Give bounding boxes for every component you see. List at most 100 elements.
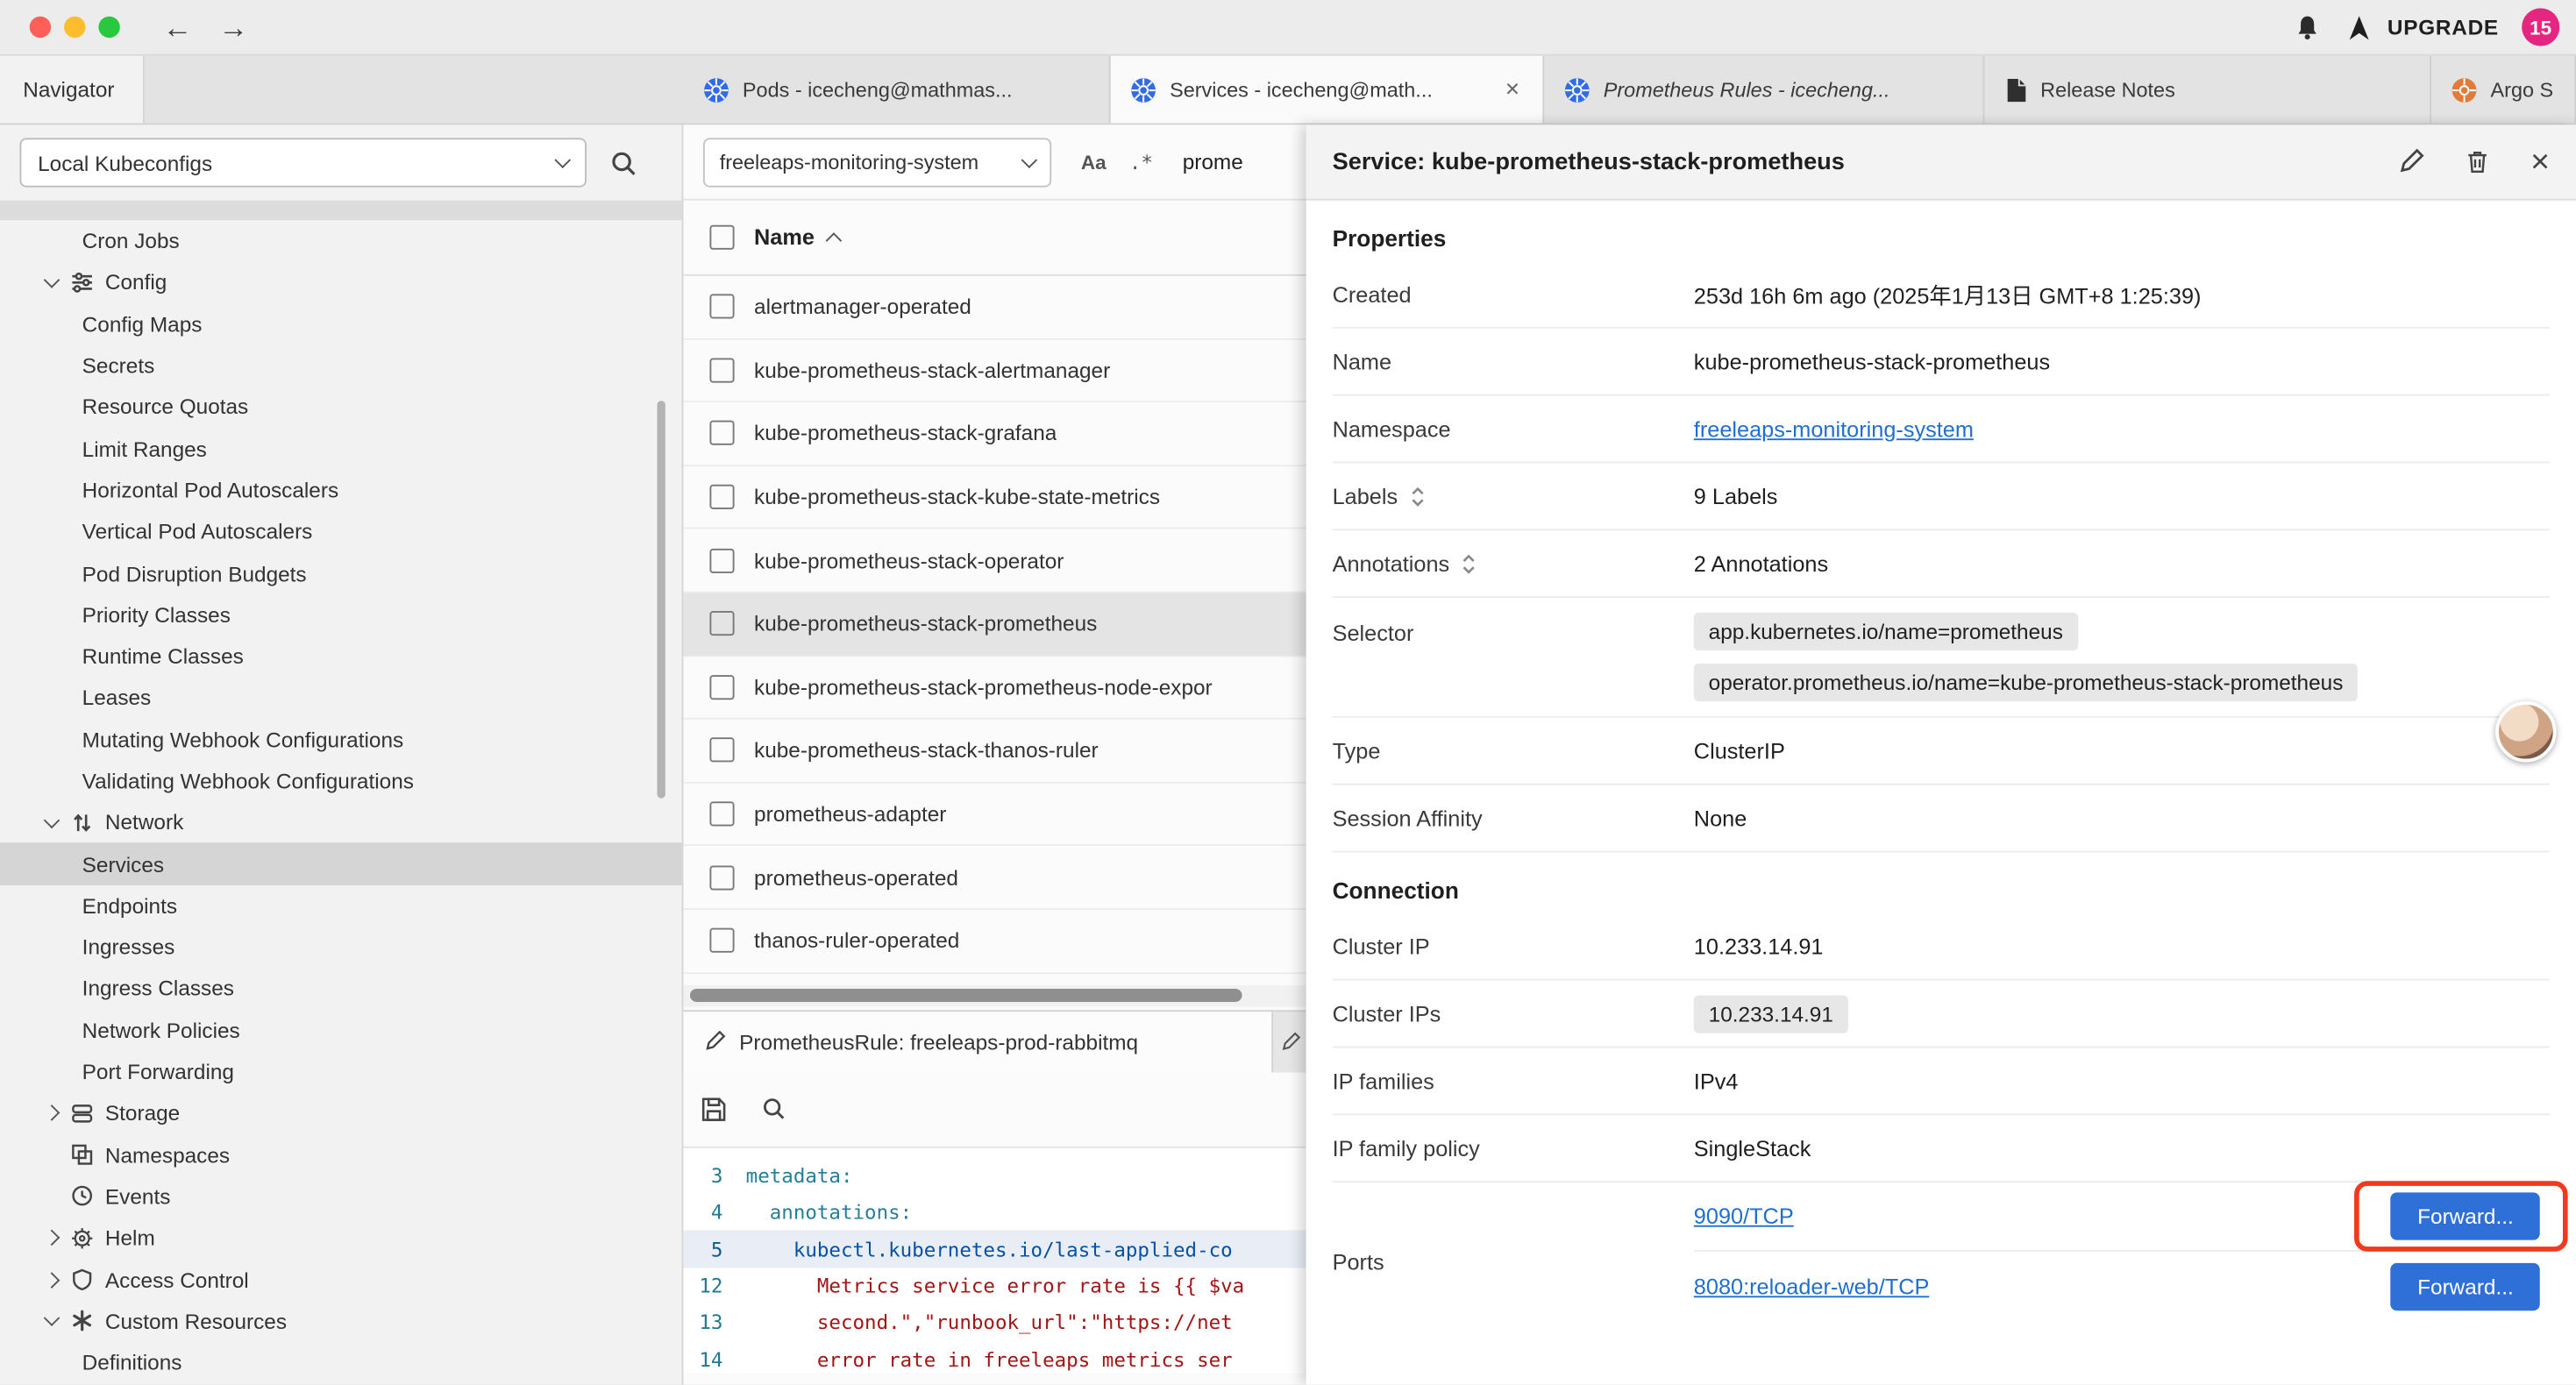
sidebar-item-events[interactable]: Events	[0, 1175, 682, 1217]
tab-argo[interactable]: Argo S	[2431, 56, 2576, 124]
table-row[interactable]: prometheus-adapter	[683, 783, 1306, 846]
expand-collapse-icon[interactable]	[1461, 553, 1477, 574]
search-icon[interactable]	[609, 149, 637, 177]
table-row[interactable]: prometheus-operated	[683, 847, 1306, 910]
sidebar-item-horizontal-pod-autoscalers[interactable]: Horizontal Pod Autoscalers	[0, 469, 682, 510]
sidebar-group-access-control[interactable]: Access Control	[0, 1259, 682, 1300]
horizontal-scrollbar[interactable]	[683, 984, 1306, 1005]
tab-pods[interactable]: Pods - icecheng@mathmas...	[683, 56, 1110, 124]
minimize-window-button[interactable]	[64, 17, 85, 38]
annotations-count[interactable]: 2 Annotations	[1694, 551, 1828, 576]
row-checkbox[interactable]	[709, 928, 734, 953]
forward-icon[interactable]: →	[218, 12, 248, 42]
sidebar-item-network-policies[interactable]: Network Policies	[0, 1010, 682, 1051]
table-row[interactable]: kube-prometheus-stack-kube-state-metrics	[683, 466, 1306, 529]
port-link[interactable]: 8080:reloader-web/TCP	[1694, 1274, 1930, 1298]
tab-close-icon[interactable]: ×	[1502, 75, 1523, 103]
sidebar-item-ingresses[interactable]: Ingresses	[0, 927, 682, 968]
sidebar-item-secrets[interactable]: Secrets	[0, 344, 682, 386]
expand-collapse-icon[interactable]	[1409, 486, 1426, 507]
sidebar-item-definitions[interactable]: Definitions	[0, 1342, 682, 1383]
sidebar-item-port-forwarding[interactable]: Port Forwarding	[0, 1051, 682, 1092]
sidebar-item-ingress-classes[interactable]: Ingress Classes	[0, 968, 682, 1009]
sidebar-item-limit-ranges[interactable]: Limit Ranges	[0, 428, 682, 469]
row-checkbox[interactable]	[709, 738, 734, 763]
table-row[interactable]: alertmanager-operated	[683, 276, 1306, 339]
search-input[interactable]: prome	[1183, 150, 1243, 174]
editor-tab-partial[interactable]	[1273, 1011, 1306, 1071]
maximize-window-button[interactable]	[98, 17, 119, 38]
edit-icon[interactable]	[2397, 148, 2425, 176]
table-row[interactable]: kube-prometheus-stack-operator	[683, 529, 1306, 593]
sidebar-item-config-maps[interactable]: Config Maps	[0, 303, 682, 344]
close-window-button[interactable]	[30, 17, 51, 38]
chevron-down-icon[interactable]	[39, 820, 62, 826]
yaml-editor[interactable]: 3metadata: 4 annotations: 5 kubectl.kube…	[683, 1147, 1306, 1373]
sidebar-group-config[interactable]: Config	[0, 261, 682, 302]
trash-icon[interactable]	[2465, 148, 2491, 176]
sidebar-item-cron-jobs[interactable]: Cron Jobs	[0, 220, 682, 261]
sidebar-item-partial[interactable]	[0, 201, 682, 220]
sidebar-group-storage[interactable]: Storage	[0, 1092, 682, 1133]
sidebar-item-vertical-pod-autoscalers[interactable]: Vertical Pod Autoscalers	[0, 511, 682, 552]
sidebar-item-validating-webhook-configurations[interactable]: Validating Webhook Configurations	[0, 760, 682, 801]
row-checkbox[interactable]	[709, 801, 734, 826]
editor-tab-prometheusrule[interactable]: PrometheusRule: freeleaps-prod-rabbitmq	[683, 1011, 1273, 1071]
table-row[interactable]: kube-prometheus-stack-grafana	[683, 402, 1306, 465]
close-icon[interactable]: ×	[2530, 146, 2550, 178]
sidebar-item-namespaces[interactable]: Namespaces	[0, 1134, 682, 1175]
chevron-right-icon[interactable]	[39, 1232, 62, 1244]
sidebar-item-resource-quotas[interactable]: Resource Quotas	[0, 387, 682, 428]
bell-icon[interactable]	[2294, 13, 2322, 41]
namespace-filter-dropdown[interactable]: freeleaps-monitoring-system	[703, 137, 1051, 186]
sidebar-item-leases[interactable]: Leases	[0, 677, 682, 718]
table-row-selected[interactable]: kube-prometheus-stack-prometheus	[683, 593, 1306, 656]
save-icon[interactable]	[700, 1095, 728, 1123]
row-checkbox[interactable]	[709, 295, 734, 319]
forward-button[interactable]: Forward...	[2391, 1262, 2540, 1310]
regex-toggle[interactable]: .*	[1122, 147, 1159, 177]
namespace-link[interactable]: freeleaps-monitoring-system	[1694, 416, 1974, 441]
match-case-toggle[interactable]: Aa	[1074, 147, 1113, 177]
user-avatar[interactable]	[2495, 701, 2556, 762]
sidebar-item-priority-classes[interactable]: Priority Classes	[0, 594, 682, 636]
sidebar-item-services[interactable]: Services	[0, 843, 682, 884]
sidebar-group-helm[interactable]: Helm	[0, 1218, 682, 1259]
chevron-right-icon[interactable]	[39, 1108, 62, 1119]
sidebar-item-mutating-webhook-configurations[interactable]: Mutating Webhook Configurations	[0, 719, 682, 760]
row-checkbox[interactable]	[709, 422, 734, 446]
table-row[interactable]: thanos-ruler-operated	[683, 910, 1306, 973]
notification-count-badge[interactable]: 15	[2522, 8, 2559, 46]
chevron-down-icon[interactable]	[39, 279, 62, 285]
search-icon[interactable]	[761, 1096, 787, 1122]
port-link[interactable]: 9090/TCP	[1694, 1204, 1794, 1228]
sidebar-group-network[interactable]: Network	[0, 802, 682, 843]
kubeconfig-selector[interactable]: Local Kubeconfigs	[19, 138, 586, 187]
row-checkbox[interactable]	[709, 675, 734, 700]
tab-prometheus-rules[interactable]: Prometheus Rules - icecheng...	[1544, 56, 1984, 124]
row-checkbox[interactable]	[709, 548, 734, 572]
row-checkbox[interactable]	[709, 358, 734, 382]
table-row[interactable]: kube-prometheus-stack-alertmanager	[683, 339, 1306, 402]
chevron-right-icon[interactable]	[39, 1274, 62, 1285]
chevron-down-icon[interactable]	[39, 1318, 62, 1324]
scrollbar-thumb[interactable]	[690, 988, 1242, 1001]
tab-services[interactable]: Services - icecheng@math... ×	[1111, 56, 1545, 124]
labels-count[interactable]: 9 Labels	[1694, 484, 1778, 508]
back-icon[interactable]: ←	[162, 12, 192, 42]
name-column-header[interactable]: Name	[754, 225, 839, 250]
sidebar-scrollbar[interactable]	[657, 401, 665, 798]
tab-release-notes[interactable]: Release Notes	[1984, 56, 2431, 124]
table-row[interactable]: kube-prometheus-stack-prometheus-node-ex…	[683, 657, 1306, 720]
sidebar-group-custom-resources[interactable]: Custom Resources	[0, 1300, 682, 1341]
row-checkbox[interactable]	[709, 485, 734, 509]
select-all-checkbox[interactable]	[709, 225, 734, 250]
row-checkbox[interactable]	[709, 612, 734, 636]
table-row[interactable]: kube-prometheus-stack-thanos-ruler	[683, 720, 1306, 783]
sidebar-item-pod-disruption-budgets[interactable]: Pod Disruption Budgets	[0, 552, 682, 593]
upgrade-button[interactable]: UPGRADE	[2345, 12, 2499, 42]
row-checkbox[interactable]	[709, 865, 734, 890]
sidebar-item-runtime-classes[interactable]: Runtime Classes	[0, 636, 682, 677]
forward-button[interactable]: Forward...	[2391, 1192, 2540, 1239]
sidebar-item-endpoints[interactable]: Endpoints	[0, 884, 682, 926]
